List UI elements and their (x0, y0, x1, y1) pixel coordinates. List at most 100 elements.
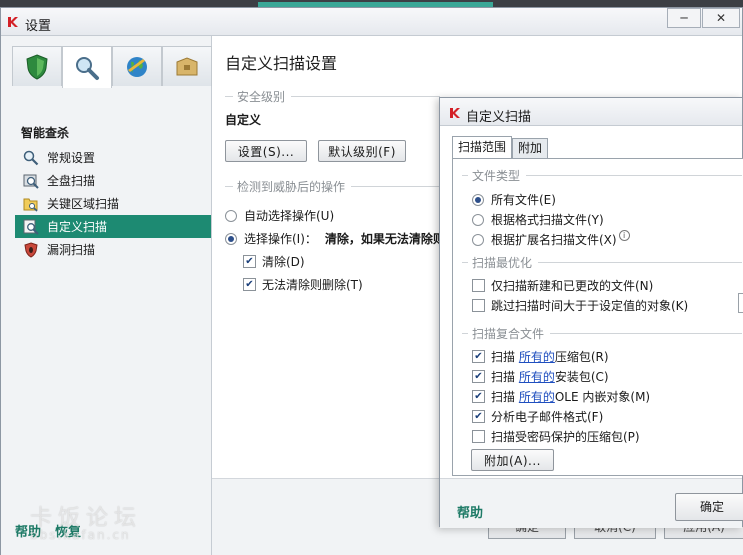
auto-action-option[interactable]: 自动选择操作(U) (225, 207, 334, 224)
email-label: 分析电子邮件格式(F) (491, 410, 604, 424)
more-button[interactable]: 附加(A)... (471, 449, 554, 471)
security-level-group: 安全级别 (225, 88, 440, 105)
installers-label: 安装包(C) (554, 370, 609, 384)
section-title: 智能查杀 (21, 126, 70, 140)
select-action-radio[interactable] (225, 232, 237, 245)
tab-protection[interactable] (12, 46, 62, 86)
installers-option[interactable]: ✔ 扫描 所有的 安装包(C) (472, 368, 609, 385)
group-label: 检测到威胁后的操作 (237, 180, 346, 194)
dialog-title-bar: 自定义扫描 (440, 98, 742, 126)
dialog-title: 自定义扫描 (466, 110, 532, 125)
folder-scan-icon (23, 198, 38, 212)
dialog-footer: 帮助 确定 (440, 478, 743, 528)
left-panel: 智能查杀 常规设置 全盘扫描 关键区域扫描 自定义扫描 漏洞扫描 帮助 恢复 (1, 36, 212, 555)
title-bar: 设置 ─ ✕ (1, 8, 742, 36)
disk-scan-icon (23, 174, 39, 189)
optimization-group: 扫描最优化 (462, 254, 742, 271)
sidebar-item-full-scan[interactable]: 全盘扫描 (15, 169, 211, 192)
password-archives-option[interactable]: 扫描受密码保护的压缩包(P) (472, 428, 640, 445)
group-label: 扫描最优化 (472, 256, 533, 270)
security-level-value: 自定义 (225, 113, 262, 127)
default-level-button[interactable]: 默认级别(F) (318, 140, 406, 162)
auto-action-radio[interactable] (225, 209, 237, 222)
tab-additional[interactable]: 附加 (512, 138, 549, 158)
dialog-tabs: 扫描范围 附加 (452, 136, 549, 158)
shield-icon (26, 53, 48, 80)
skip-long-option[interactable]: 跳过扫描时间大于于设定值的对象(K) (472, 297, 688, 314)
sidebar-item-critical-areas[interactable]: 关键区域扫描 (15, 192, 211, 215)
delete-label: 无法清除则删除(T) (262, 278, 363, 292)
box-icon (176, 56, 198, 75)
tab-options[interactable] (162, 46, 212, 86)
tab-update[interactable] (112, 46, 162, 86)
sidebar-nav: 常规设置 全盘扫描 关键区域扫描 自定义扫描 漏洞扫描 (15, 146, 211, 261)
all-files-radio[interactable] (472, 193, 484, 206)
custom-scan-icon (23, 219, 39, 235)
kaspersky-logo-icon (450, 108, 460, 118)
only-new-option[interactable]: 仅扫描新建和已更改的文件(N) (472, 277, 653, 294)
by-format-radio[interactable] (472, 213, 484, 226)
clean-label: 清除(D) (262, 255, 305, 269)
sidebar-item-general[interactable]: 常规设置 (15, 146, 211, 169)
installers-checkbox[interactable]: ✔ (472, 370, 485, 383)
by-extension-radio[interactable] (472, 233, 484, 246)
sidebar-item-label: 漏洞扫描 (47, 243, 96, 257)
password-archives-label: 扫描受密码保护的压缩包(P) (491, 430, 640, 444)
magnifier-icon (76, 56, 99, 80)
group-label: 安全级别 (237, 90, 286, 104)
threat-action-group: 检测到威胁后的操作 (225, 178, 440, 195)
select-action-label: 选择操作(I)： (244, 232, 317, 246)
email-checkbox[interactable]: ✔ (472, 410, 485, 423)
compound-files-group: 扫描复合文件 (462, 325, 742, 342)
all-files-label: 所有文件(E) (491, 193, 556, 207)
all-archives-link[interactable]: 所有的 (519, 348, 555, 365)
shield-bug-icon (24, 241, 38, 258)
all-files-option[interactable]: 所有文件(E) (472, 191, 556, 208)
delete-option[interactable]: ✔ 无法清除则删除(T) (243, 276, 363, 293)
clean-option[interactable]: ✔ 清除(D) (243, 253, 305, 270)
magnifier-icon (23, 150, 39, 165)
email-option[interactable]: ✔ 分析电子邮件格式(F) (472, 408, 603, 425)
category-tabs (12, 46, 212, 88)
tab-scan-scope[interactable]: 扫描范围 (452, 136, 513, 158)
password-archives-checkbox[interactable] (472, 430, 485, 443)
only-new-checkbox[interactable] (472, 279, 485, 292)
sidebar-item-label: 全盘扫描 (47, 174, 96, 188)
scan-prefix: 扫描 (491, 350, 516, 364)
select-action-option[interactable]: 选择操作(I)： 清除，如果无法清除则 (225, 230, 445, 247)
sidebar-item-custom-scan[interactable]: 自定义扫描 (15, 215, 211, 238)
all-installers-link[interactable]: 所有的 (519, 368, 555, 385)
watermark-url: bbs.kafan.cn (30, 528, 131, 542)
by-extension-option[interactable]: 根据扩展名扫描文件(X) i (472, 230, 630, 248)
ole-checkbox[interactable]: ✔ (472, 390, 485, 403)
skip-long-label: 跳过扫描时间大于于设定值的对象(K) (491, 299, 689, 313)
ole-label: OLE 内嵌对象(M) (554, 390, 651, 404)
all-ole-link[interactable]: 所有的 (519, 388, 555, 405)
scan-prefix: 扫描 (491, 390, 516, 404)
sidebar-item-label: 自定义扫描 (47, 220, 108, 234)
by-format-option[interactable]: 根据格式扫描文件(Y) (472, 211, 604, 228)
info-icon[interactable]: i (618, 230, 630, 241)
minimize-button[interactable]: ─ (667, 8, 701, 28)
dialog-ok-button[interactable]: 确定 (675, 493, 743, 521)
time-limit-field[interactable] (738, 293, 743, 313)
archives-checkbox[interactable]: ✔ (472, 350, 485, 363)
watermark: 卡饭论坛 bbs.kafan.cn (30, 500, 142, 542)
group-label: 扫描复合文件 (472, 327, 545, 341)
sidebar-item-vulnerability-scan[interactable]: 漏洞扫描 (15, 238, 211, 261)
settings-button[interactable]: 设置(S)... (225, 140, 307, 162)
custom-scan-dialog: 自定义扫描 扫描范围 附加 文件类型 所有文件(E) 根据格式扫描文件(Y) 根… (439, 97, 743, 528)
ole-option[interactable]: ✔ 扫描 所有的 OLE 内嵌对象(M) (472, 388, 650, 405)
sidebar-item-label: 关键区域扫描 (47, 197, 120, 211)
archives-label: 压缩包(R) (554, 350, 609, 364)
archives-option[interactable]: ✔ 扫描 所有的 压缩包(R) (472, 348, 609, 365)
delete-checkbox[interactable]: ✔ (243, 278, 256, 291)
skip-long-checkbox[interactable] (472, 299, 485, 312)
clean-checkbox[interactable]: ✔ (243, 255, 256, 268)
by-format-label: 根据格式扫描文件(Y) (491, 213, 604, 227)
group-label: 文件类型 (472, 169, 521, 183)
dialog-help-link[interactable]: 帮助 (457, 502, 483, 521)
tab-scan[interactable] (62, 46, 112, 88)
close-button[interactable]: ✕ (702, 8, 740, 28)
globe-icon (127, 56, 147, 77)
